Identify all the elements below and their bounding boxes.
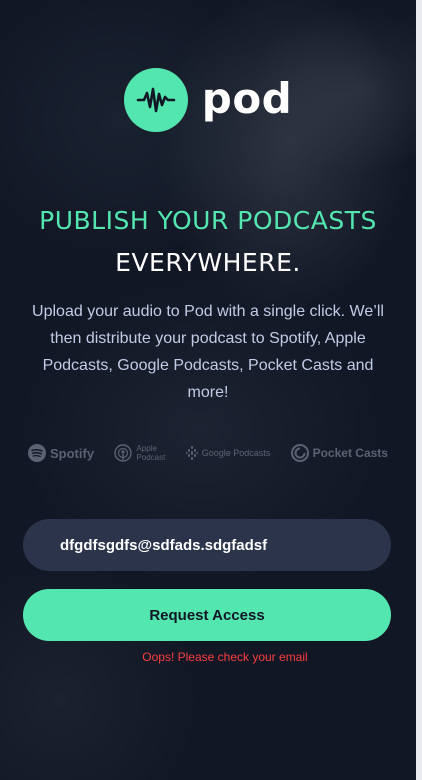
logo: pod xyxy=(0,68,416,132)
apple-podcasts-label: Apple Podcast xyxy=(136,444,165,462)
waveform-icon xyxy=(123,68,188,132)
headline: PUBLISH YOUR PODCASTS EVERYWHERE. xyxy=(0,200,416,284)
email-input[interactable] xyxy=(23,519,391,571)
request-access-button[interactable]: Request Access xyxy=(23,589,391,641)
apple-podcasts-icon xyxy=(114,444,133,462)
description: Upload your audio to Pod with a single c… xyxy=(32,303,384,401)
logo-text: pod xyxy=(201,73,293,123)
spotify-label: Spotify xyxy=(50,445,95,461)
platform-logos: Spotify Apple Podcast Google Podcasts Po… xyxy=(28,444,388,462)
google-podcasts-logo: Google Podcasts xyxy=(185,446,271,460)
spotify-icon xyxy=(28,444,46,462)
scrollbar[interactable] xyxy=(416,0,422,780)
apple-label-line-2: Podcast xyxy=(136,453,166,462)
google-podcasts-label: Google Podcasts xyxy=(201,448,271,458)
error-message: Oops! Please check your email xyxy=(142,650,308,664)
spotify-logo: Spotify xyxy=(28,444,94,462)
google-podcasts-icon xyxy=(185,446,198,460)
pocket-casts-logo: Pocket Casts xyxy=(290,444,388,462)
apple-podcasts-logo: Apple Podcast xyxy=(114,444,165,462)
landing-page: pod PUBLISH YOUR PODCASTS EVERYWHERE. Up… xyxy=(0,0,416,780)
pocket-casts-label: Pocket Casts xyxy=(312,446,388,460)
headline-line-1: PUBLISH YOUR PODCASTS xyxy=(39,206,377,235)
pocket-casts-icon xyxy=(290,444,309,462)
headline-line-2: EVERYWHERE. xyxy=(115,248,301,277)
apple-label-line-1: Apple xyxy=(136,444,157,453)
